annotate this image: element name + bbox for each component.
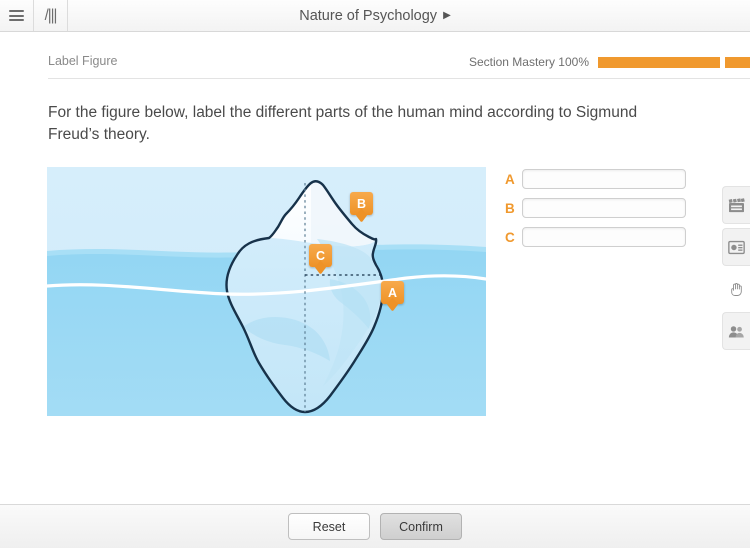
rail-item-video[interactable] — [722, 186, 750, 224]
section-mastery-label: Section Mastery 100% — [468, 55, 589, 69]
play-triangle-icon[interactable]: ▶ — [443, 10, 451, 21]
section-mastery-bar — [598, 56, 750, 68]
hamburger-icon — [9, 10, 24, 21]
mastery-segment-2 — [725, 56, 750, 68]
rail-item-slides[interactable] — [722, 228, 750, 266]
answer-letter-b: B — [505, 200, 515, 216]
pin-label: A — [387, 285, 398, 300]
slide-card-icon — [728, 240, 745, 254]
reset-button[interactable]: Reset — [288, 513, 370, 540]
tool-rail — [722, 186, 750, 354]
rail-item-people[interactable] — [722, 312, 750, 350]
page-title: Nature of Psychology — [299, 7, 438, 24]
answer-letter-c: C — [505, 229, 515, 245]
answer-input-a[interactable] — [522, 169, 686, 189]
pin-label: B — [356, 196, 367, 211]
library-logo-button[interactable]: /||| — [34, 0, 68, 31]
people-icon — [728, 325, 744, 337]
iceberg-figure[interactable]: B C A — [47, 167, 486, 416]
course-title-group[interactable]: Nature of Psychology ▶ — [68, 0, 682, 31]
answer-row-b: B — [505, 198, 700, 218]
pointing-hand-icon — [730, 282, 742, 296]
sub-header: Label Figure Section Mastery 100% — [0, 32, 750, 79]
mastery-segment-1 — [598, 56, 720, 68]
footer-bar: Reset Confirm — [0, 504, 750, 548]
figure-pin-c[interactable]: C — [309, 244, 332, 267]
confirm-button[interactable]: Confirm — [380, 513, 462, 540]
question-prompt: For the figure below, label the differen… — [48, 104, 638, 143]
top-bar: /||| Nature of Psychology ▶ — [0, 0, 750, 32]
answer-input-b[interactable] — [522, 198, 686, 218]
answer-row-a: A — [505, 169, 700, 189]
figure-pin-a[interactable]: A — [381, 281, 404, 304]
menu-button[interactable] — [0, 0, 34, 31]
books-logo-icon: /||| — [44, 6, 58, 25]
answer-fields: A B C — [505, 169, 700, 256]
answer-input-c[interactable] — [522, 227, 686, 247]
answer-row-c: C — [505, 227, 700, 247]
pin-label: C — [315, 248, 326, 263]
figure-pin-b[interactable]: B — [350, 192, 373, 215]
activity-type-label: Label Figure — [48, 54, 118, 68]
video-clapper-icon — [728, 197, 745, 212]
header-divider — [48, 78, 750, 79]
rail-item-pointer[interactable] — [722, 270, 750, 308]
iceberg-illustration — [47, 167, 486, 416]
section-mastery: Section Mastery 100% — [469, 55, 750, 69]
answer-letter-a: A — [505, 171, 515, 187]
